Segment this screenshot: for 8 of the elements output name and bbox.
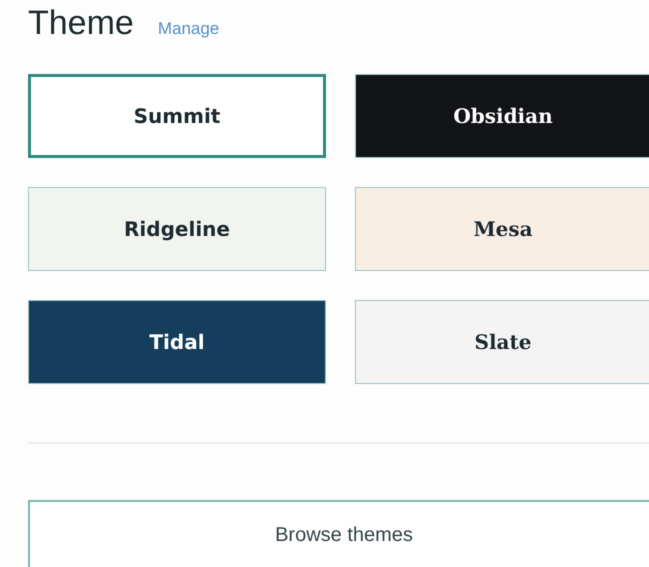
theme-option[interactable]: Mesa <box>355 187 649 271</box>
theme-option[interactable]: Ridgeline <box>28 187 326 271</box>
theme-option[interactable]: Summit <box>28 74 326 158</box>
theme-option[interactable]: Slate <box>355 300 649 384</box>
section-title: Theme <box>28 4 134 43</box>
browse-themes-button[interactable]: Browse themes <box>28 500 649 567</box>
theme-option[interactable]: Tidal <box>28 300 326 384</box>
theme-option[interactable]: Obsidian <box>355 74 649 158</box>
